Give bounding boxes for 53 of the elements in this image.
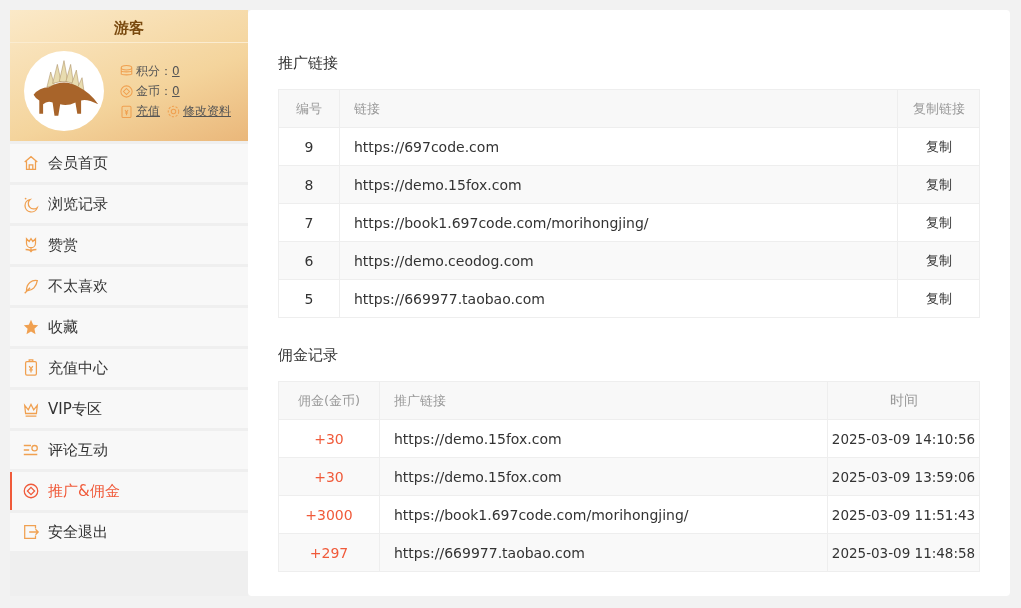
column-header: 编号	[295, 99, 323, 118]
table-cell-text: +297	[308, 543, 350, 563]
table-cell-text: +3000	[304, 505, 354, 525]
menu-item[interactable]: 不太喜欢	[10, 267, 248, 305]
table-cell-text: 9	[303, 137, 315, 157]
gear-icon	[166, 103, 181, 119]
exit-icon	[22, 523, 40, 541]
coins-link[interactable]: 0	[172, 84, 180, 98]
clipboard-icon	[22, 359, 40, 377]
menu-item[interactable]: 赞赏	[10, 226, 248, 264]
table-cell-text: 6	[303, 251, 315, 271]
table-cell: https://demo.15fox.com	[339, 166, 897, 203]
clipboard-icon	[119, 103, 134, 119]
leaf-icon	[22, 277, 40, 295]
menu-item[interactable]: 收藏	[10, 308, 248, 346]
table-cell: https://demo.ceodog.com	[339, 242, 897, 279]
table-cell-text: 8	[303, 175, 315, 195]
star-icon	[22, 318, 40, 336]
coins-label: 金币：	[136, 82, 172, 100]
table-cell: 2025-03-09 11:48:58	[827, 534, 979, 571]
menu-item[interactable]: 充值中心	[10, 349, 248, 387]
table-cell: https://669977.taobao.com	[379, 534, 827, 571]
house-icon	[22, 154, 40, 172]
menu-item[interactable]: 评论互动	[10, 431, 248, 469]
recharge-link[interactable]: 充值	[136, 102, 160, 120]
column-header: 时间	[827, 382, 979, 419]
coin-stack-icon	[119, 63, 134, 79]
table-cell-text: 5	[303, 289, 315, 309]
column-header: 推广链接	[379, 382, 827, 419]
coin-icon	[119, 83, 134, 99]
table-cell-text: +30	[313, 429, 345, 449]
table-cell: https://669977.taobao.com	[339, 280, 897, 317]
edit-profile-link[interactable]: 修改资料	[183, 102, 231, 120]
points-label: 积分：	[136, 62, 172, 80]
column-header: 佣金(金币)	[296, 391, 362, 410]
table-cell-text: +30	[313, 467, 345, 487]
table-cell: https://demo.15fox.com	[379, 458, 827, 495]
column-header: 链接	[339, 90, 897, 127]
moon-icon	[22, 195, 40, 213]
menu-item[interactable]: 会员首页	[10, 144, 248, 182]
section-title: 佣金记录	[278, 346, 339, 365]
section-title: 推广链接	[278, 54, 339, 73]
menu-item[interactable]: 浏览记录	[10, 185, 248, 223]
copy-button[interactable]: 复制	[897, 280, 979, 317]
column-header: 复制链接	[897, 90, 979, 127]
menu-item[interactable]: 安全退出	[10, 513, 248, 551]
points-link[interactable]: 0	[172, 64, 180, 78]
copy-button[interactable]: 复制	[897, 242, 979, 279]
table-cell: 2025-03-09 13:59:06	[827, 458, 979, 495]
coin-icon	[22, 482, 40, 500]
menu-item[interactable]: VIP专区	[10, 390, 248, 428]
copy-button[interactable]: 复制	[897, 166, 979, 203]
table-cell-text: 7	[303, 213, 315, 233]
